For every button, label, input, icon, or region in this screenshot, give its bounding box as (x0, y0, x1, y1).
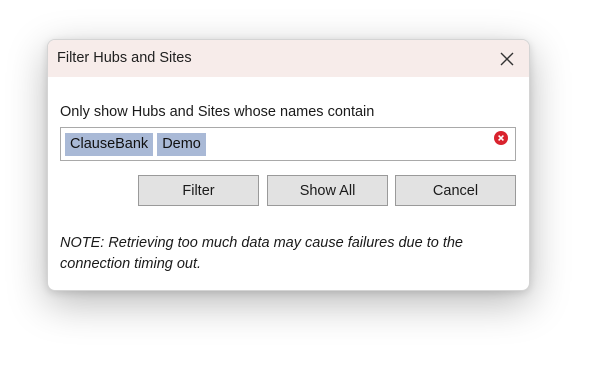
cancel-button[interactable]: Cancel (395, 175, 516, 206)
clear-circle-icon[interactable] (494, 131, 508, 145)
filter-tag[interactable]: ClauseBank (65, 133, 154, 156)
timeout-note: NOTE: Retrieving too much data may cause… (60, 235, 463, 272)
filter-button[interactable]: Filter (138, 175, 259, 206)
dialog-title: Filter Hubs and Sites (57, 50, 192, 66)
close-button[interactable] (485, 40, 529, 77)
filter-dialog: Filter Hubs and Sites Only show Hubs and… (47, 39, 530, 291)
filter-input[interactable]: ClauseBank Demo (60, 127, 516, 161)
filter-prompt-label: Only show Hubs and Sites whose names con… (60, 104, 375, 120)
close-icon (500, 52, 514, 65)
dialog-titlebar: Filter Hubs and Sites (48, 40, 529, 77)
show-all-button[interactable]: Show All (267, 175, 388, 206)
filter-tag-list: ClauseBank Demo (65, 133, 206, 156)
filter-tag[interactable]: Demo (157, 133, 206, 156)
